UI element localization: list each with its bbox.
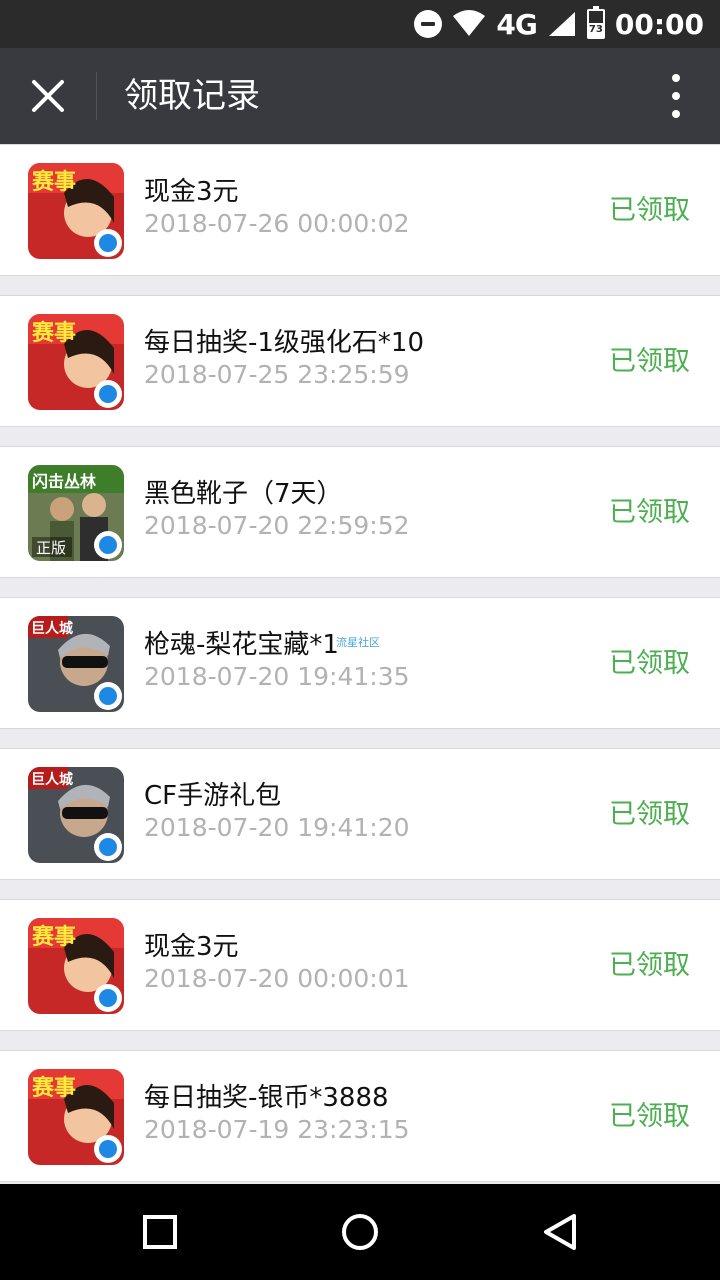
list-item[interactable]: 赛事 现金3元 2018-07-20 00:00:01 已领取 [0,899,720,1031]
clock: 00:00 [614,7,704,41]
reward-date: 2018-07-20 00:00:01 [144,964,410,993]
game-thumbnail: 闪击丛林正版 [28,465,124,561]
status-label: 已领取 [609,1101,690,1132]
more-dot-icon [672,74,680,82]
list-item[interactable]: 赛事 每日抽奖-银币*3888 2018-07-19 23:23:15 已领取 [0,1050,720,1182]
network-type: 4G [496,7,537,41]
square-icon [143,1215,177,1249]
reward-name: 现金3元 [144,932,239,962]
status-label: 已领取 [609,648,690,679]
svg-text:赛事: 赛事 [31,1075,76,1101]
wifi-icon [452,10,486,38]
reward-date: 2018-07-19 23:23:15 [144,1115,410,1144]
status-label: 已领取 [609,799,690,830]
reward-date: 2018-07-20 22:59:52 [144,511,410,540]
recent-apps-button[interactable] [128,1200,192,1264]
triangle-back-icon [544,1214,576,1250]
game-thumbnail: 赛事 [28,314,124,410]
back-button[interactable] [528,1200,592,1264]
reward-name: 枪魂-梨花宝藏*1 [144,630,339,660]
system-navigation-bar [0,1184,720,1280]
reward-date: 2018-07-25 23:25:59 [144,360,410,389]
reward-date: 2018-07-20 19:41:35 [144,662,410,691]
status-label: 已领取 [609,497,690,528]
svg-text:闪击丛林: 闪击丛林 [32,472,96,491]
more-dot-icon [672,92,680,100]
svg-text:正版: 正版 [36,539,66,557]
status-label: 已领取 [609,950,690,981]
watermark: 流星社区 [336,636,380,649]
list-item[interactable]: 巨人城 枪魂-梨花宝藏*1 流星社区 2018-07-20 19:41:35 已… [0,597,720,729]
svg-text:巨人城: 巨人城 [31,620,73,637]
list-item[interactable]: 闪击丛林正版 黑色靴子（7天） 2018-07-20 22:59:52 已领取 [0,446,720,578]
home-button[interactable] [328,1200,392,1264]
signal-icon [547,10,577,38]
battery-icon: 73 [586,6,605,39]
reward-name: 每日抽奖-银币*3888 [144,1083,389,1113]
status-label: 已领取 [609,346,690,377]
svg-text:赛事: 赛事 [31,169,76,195]
svg-text:赛事: 赛事 [31,924,76,950]
svg-text:赛事: 赛事 [31,320,76,346]
reward-name: 每日抽奖-1级强化石*10 [144,328,425,358]
do-not-disturb-icon [414,10,443,38]
close-icon [32,80,64,112]
svg-text:巨人城: 巨人城 [31,771,73,788]
reward-date: 2018-07-26 00:00:02 [144,209,410,238]
record-list[interactable]: 赛事 现金3元 2018-07-26 00:00:02 已领取 赛事 每日抽奖-… [0,144,720,1184]
status-bar: 4G 73 00:00 [0,0,720,48]
list-item[interactable]: 赛事 现金3元 2018-07-26 00:00:02 已领取 [0,144,720,276]
reward-date: 2018-07-20 19:41:20 [144,813,410,842]
battery-level: 73 [588,23,603,37]
navigation-bar: 领取记录 [0,48,720,144]
reward-name: 现金3元 [144,177,239,207]
close-button[interactable] [16,64,80,128]
game-thumbnail: 巨人城 [28,767,124,863]
more-dot-icon [672,110,680,118]
list-item[interactable]: 巨人城 CF手游礼包 2018-07-20 19:41:20 已领取 [0,748,720,880]
status-label: 已领取 [609,195,690,226]
nav-divider [96,72,97,120]
game-thumbnail: 赛事 [28,918,124,1014]
reward-name: CF手游礼包 [144,781,282,811]
game-thumbnail: 巨人城 [28,616,124,712]
more-menu-button[interactable] [652,68,700,124]
game-thumbnail: 赛事 [28,163,124,259]
list-item[interactable]: 赛事 每日抽奖-1级强化石*10 2018-07-25 23:25:59 已领取 [0,295,720,427]
reward-name: 黑色靴子（7天） [144,479,343,509]
circle-icon [342,1214,378,1250]
game-thumbnail: 赛事 [28,1069,124,1165]
page-title: 领取记录 [124,76,260,116]
